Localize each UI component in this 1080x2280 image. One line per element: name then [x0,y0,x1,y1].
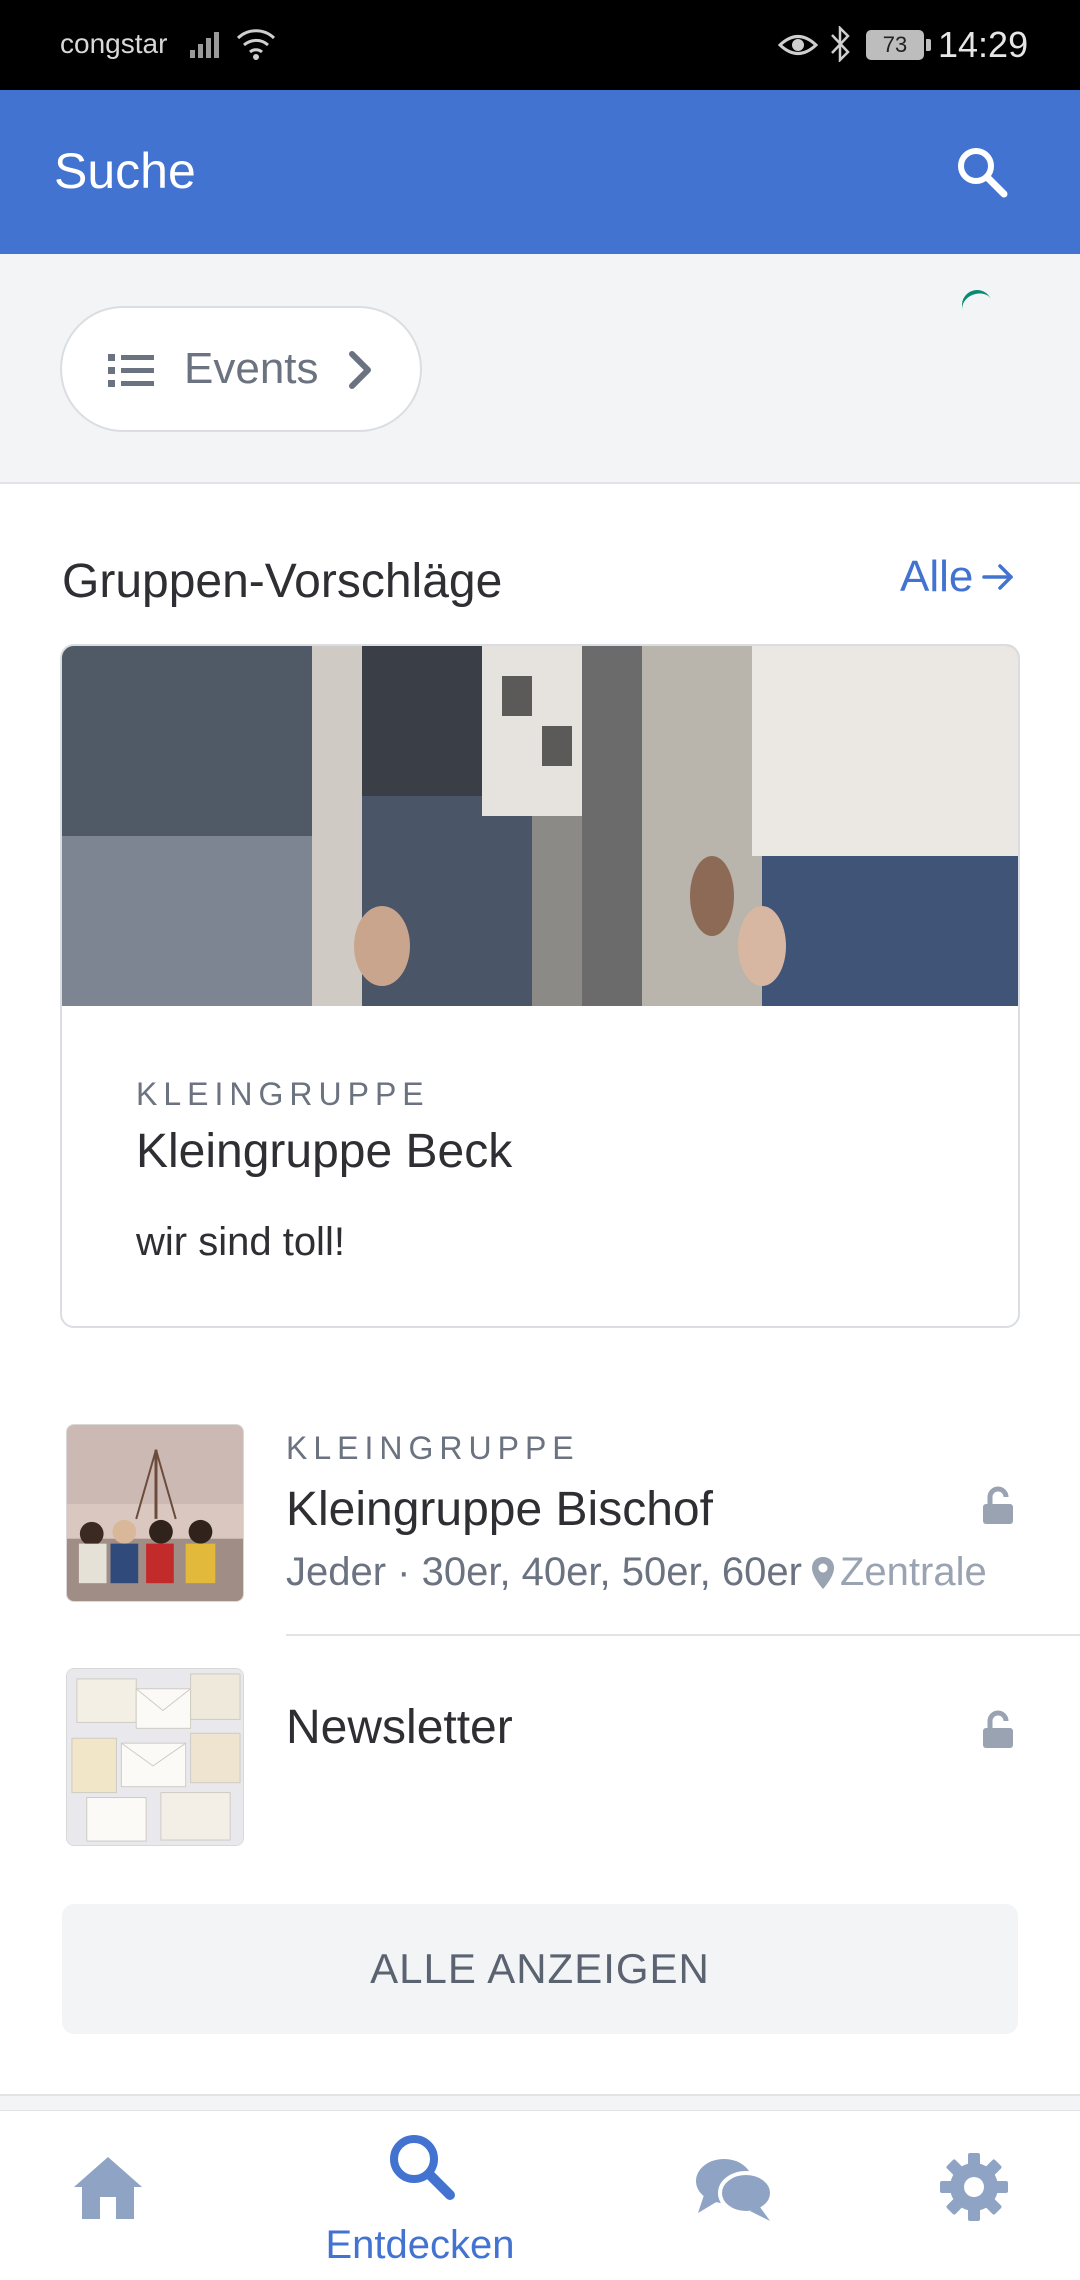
home-icon [74,2157,142,2219]
section-title: Gruppen-Vorschläge [62,555,503,608]
featured-group-card[interactable]: KLEINGRUPPE Kleingruppe Beck wir sind to… [60,644,1020,1328]
status-bar: congstar 73 14:29 [0,0,1080,90]
group-thumbnail [66,1424,244,1602]
loading-spinner [957,285,997,325]
group-title: Kleingruppe Bischof [286,1483,713,1536]
group-meta: Jeder · 30er, 40er, 50er, 60er [286,1550,802,1594]
arrow-right-icon [982,564,1014,590]
battery-tip [926,39,931,51]
app-bar: Suche [0,90,1080,254]
show-all-button[interactable]: ALLE ANZEIGEN [62,1904,1018,2034]
group-suggestions-section: Gruppen-Vorschläge Alle KLEINGRUPPE Klei… [0,482,1080,2096]
chevron-right-icon [349,351,371,389]
group-type: KLEINGRUPPE [286,1430,580,1466]
nav-discover-label: Entdecken [325,2223,515,2267]
events-filter-chip[interactable]: Events [60,306,422,432]
location-label: Zentrale [840,1550,987,1594]
filter-bar: Events [0,254,1080,482]
lock-icon [983,1486,1013,1524]
battery-icon: 73 [866,30,924,60]
group-location: Zentrale [810,1550,987,1595]
page-title: Suche [54,143,196,199]
carrier-label: congstar [60,28,168,59]
search-icon [390,2135,455,2200]
list-divider [286,1634,1080,1636]
all-groups-link[interactable]: Alle [900,552,1015,602]
list-icon [108,354,154,387]
nav-chat[interactable] [634,2111,834,2280]
nav-settings[interactable] [876,2111,1076,2280]
signal-icon [190,32,219,58]
events-filter-label: Events [184,344,319,393]
featured-group-description: wir sind toll! [136,1220,345,1264]
gear-icon [940,2153,1008,2221]
group-photo [62,646,1018,1006]
bluetooth-icon [831,26,850,62]
lock-icon [983,1710,1013,1748]
list-item[interactable]: Newsletter [0,1668,1080,1868]
location-pin-icon [812,1556,834,1589]
wifi-icon [236,29,276,60]
clock: 14:29 [938,24,1029,65]
search-icon[interactable] [952,142,1012,202]
list-item[interactable]: KLEINGRUPPE Kleingruppe Bischof Jeder · … [0,1424,1080,1624]
all-link-label: Alle [900,552,974,601]
battery-level: 73 [882,32,908,57]
chat-icon [696,2159,774,2221]
bottom-navigation: Entdecken [0,2110,1080,2280]
eye-icon [778,35,818,55]
featured-group-title: Kleingruppe Beck [136,1125,513,1178]
nav-discover[interactable]: Entdecken [320,2111,520,2280]
nav-home[interactable] [8,2111,208,2280]
newsletter-thumbnail [66,1668,244,1846]
group-title: Newsletter [286,1701,513,1754]
featured-group-type: KLEINGRUPPE [136,1076,430,1112]
